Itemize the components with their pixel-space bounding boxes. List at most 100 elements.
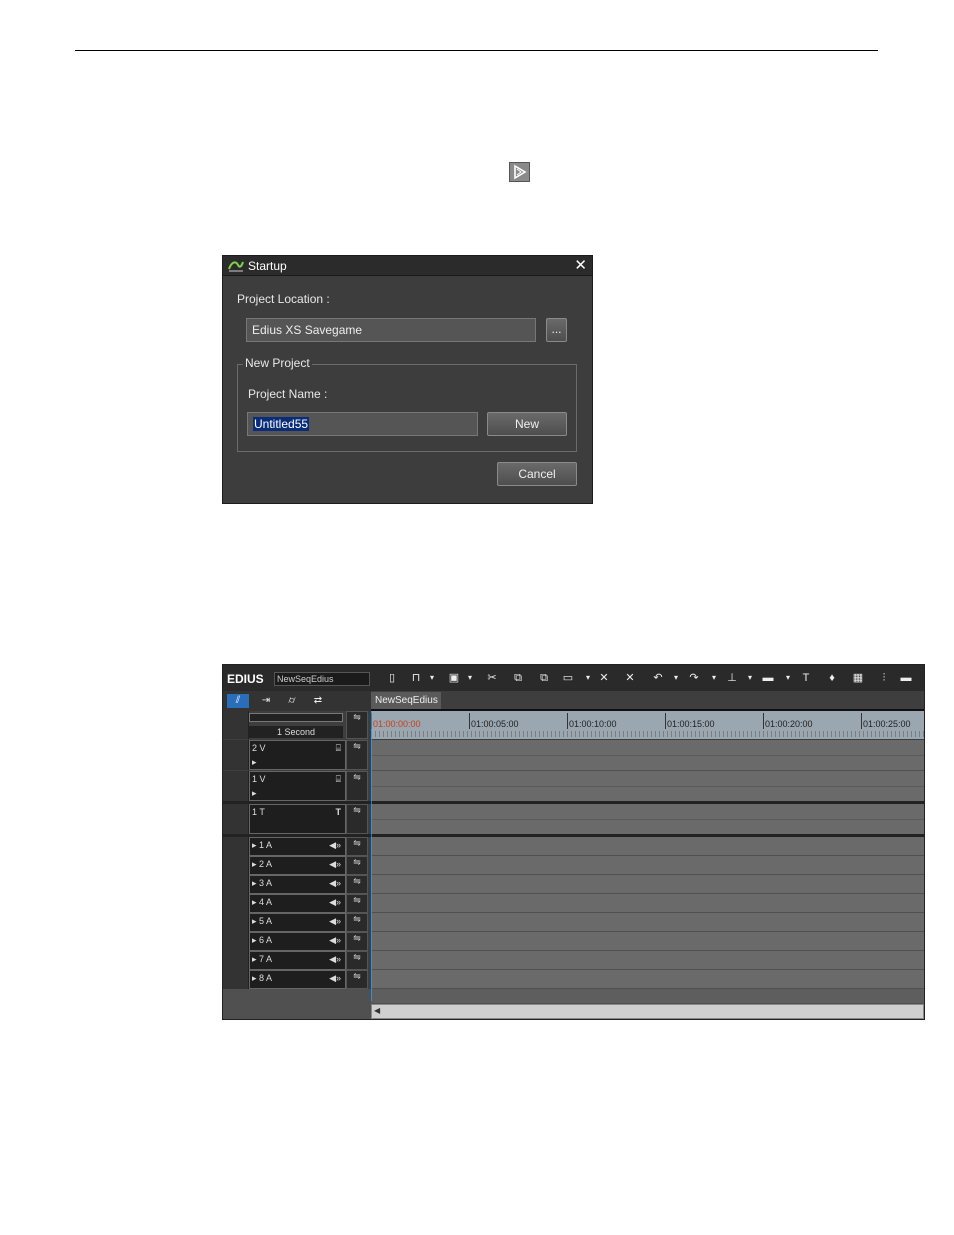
speaker-icon[interactable]: ◀» [329,878,341,889]
timeline-cursor[interactable] [371,711,372,1001]
track-lane-2v[interactable] [371,740,924,771]
chevron-down-icon[interactable]: ▾ [743,671,757,685]
sequence-name-field[interactable]: NewSeqEdius [274,672,370,686]
track-name-panel[interactable]: ▸ 3 A ◀» [249,875,346,894]
zoom-slider[interactable] [249,713,343,722]
layout-icon[interactable]: ▦ [851,671,865,685]
project-name-input[interactable]: Untitled55 [247,412,478,436]
speaker-icon[interactable]: ◀» [329,840,341,851]
chevron-down-icon[interactable]: ▾ [707,671,721,685]
video-track-icon[interactable]: ⌸ [336,774,341,785]
track-lane-8a[interactable] [371,970,924,989]
track-lane-1t[interactable] [371,804,924,835]
sync-lock-icon[interactable]: ⇋ [346,932,368,951]
video-track-icon[interactable]: ⌸ [336,743,341,754]
chevron-down-icon[interactable]: ▾ [581,671,595,685]
speaker-icon[interactable]: ◀» [329,916,341,927]
track-side[interactable] [223,837,249,856]
paste-icon[interactable]: ⧉ [537,671,551,685]
sync-lock-icon[interactable]: ⇋ [346,740,368,770]
new-button[interactable]: New [487,412,567,436]
sync-lock-icon[interactable]: ⇋ [346,856,368,875]
track-side[interactable] [223,932,249,951]
track-name-panel[interactable]: ▸ 8 A ◀» [249,970,346,989]
scroll-left-icon[interactable]: ◀ [374,1006,380,1015]
track-lane-4a[interactable] [371,894,924,913]
sync-lock-icon[interactable]: ⇋ [346,894,368,913]
browse-button[interactable]: ... [546,318,567,342]
track-side[interactable] [223,913,249,932]
speaker-icon[interactable]: ◀» [329,859,341,870]
sync-lock-icon[interactable]: ⇋ [346,951,368,970]
sync-lock-icon[interactable]: ⇋ [346,970,368,989]
track-name-panel[interactable]: 1 T T [249,804,346,834]
sync-lock-icon[interactable]: ⇋ [346,875,368,894]
title-track-icon[interactable]: T [336,807,342,817]
track-lane-1v[interactable] [371,771,924,802]
sync-mode-icon[interactable]: ⌭ [281,694,303,708]
copy-icon[interactable]: ⧉ [511,671,525,685]
sync-lock-icon[interactable]: ⇋ [346,837,368,856]
sync-lock-icon[interactable]: ⇋ [346,804,368,834]
expand-icon[interactable]: ▸ [252,757,257,768]
overwrite-icon[interactable]: ▬ [761,671,775,685]
title-icon[interactable]: T [799,671,813,685]
track-lane-5a[interactable] [371,913,924,932]
track-name-panel[interactable]: ▸ 2 A ◀» [249,856,346,875]
mixer-icon[interactable]: ⫶ [877,671,891,685]
track-side[interactable] [223,771,249,801]
project-location-field[interactable]: Edius XS Savegame [246,318,536,342]
new-icon[interactable]: ▯ [385,671,399,685]
track-name-panel[interactable]: ▸ 5 A ◀» [249,913,346,932]
chevron-down-icon[interactable]: ▾ [463,671,477,685]
speaker-icon[interactable]: ◀» [329,935,341,946]
open-icon[interactable]: ⊓ [409,671,423,685]
speaker-icon[interactable]: ◀» [329,897,341,908]
track-name-panel[interactable]: 2 V ⌸ ▸ [249,740,346,770]
delete-icon[interactable]: ✕ [597,671,611,685]
track-side[interactable] [223,970,249,989]
track-name-panel[interactable]: ▸ 4 A ◀» [249,894,346,913]
track-lane-2a[interactable] [371,856,924,875]
window-icon[interactable]: ▬ [899,671,913,685]
insert-mode-icon[interactable]: ⇄ [307,694,329,708]
chevron-down-icon[interactable]: ▾ [781,671,795,685]
speaker-icon[interactable]: ◀» [329,973,341,984]
speaker-icon[interactable]: ◀» [329,954,341,965]
track-name-panel[interactable]: 1 V ⌸ ▸ [249,771,346,801]
track-side[interactable] [223,894,249,913]
zoom-label[interactable]: 1 Second [249,726,343,738]
tab-sequence[interactable]: NewSeqEdius [371,692,441,709]
mic-icon[interactable]: ♦ [825,671,839,685]
ripple-mode-icon[interactable]: ⇥ [255,694,277,708]
ruler-sync-icon[interactable]: ⇋ [346,711,368,739]
track-lane-7a[interactable] [371,951,924,970]
track-name-panel[interactable]: ▸ 1 A ◀» [249,837,346,856]
close-icon[interactable]: ✕ [574,257,587,274]
expand-icon[interactable]: ▸ [252,788,257,799]
chevron-down-icon[interactable]: ▾ [669,671,683,685]
track-side[interactable] [223,856,249,875]
track-lane-6a[interactable] [371,932,924,951]
replace-icon[interactable]: ▭ [561,671,575,685]
track-side[interactable] [223,740,249,770]
ripple-delete-icon[interactable]: ✕ [623,671,637,685]
timecode-ruler[interactable]: 01:00:00:00 01:00:05:00 01:00:10:00 01:0… [371,711,924,739]
track-lane-1a[interactable] [371,837,924,856]
redo-icon[interactable]: ↷ [687,671,701,685]
cancel-button[interactable]: Cancel [497,462,577,486]
track-name-panel[interactable]: ▸ 7 A ◀» [249,951,346,970]
chevron-down-icon[interactable]: ▾ [425,671,439,685]
horizontal-scrollbar[interactable]: ◀ [371,1004,924,1019]
insert-icon[interactable]: ⊥ [725,671,739,685]
sync-lock-icon[interactable]: ⇋ [346,771,368,801]
save-icon[interactable]: ▣ [447,671,461,685]
sync-lock-icon[interactable]: ⇋ [346,913,368,932]
track-lane-3a[interactable] [371,875,924,894]
track-side[interactable] [223,804,249,834]
link-mode-icon[interactable]: ⫽ [227,694,249,708]
track-side[interactable] [223,951,249,970]
cut-icon[interactable]: ✂ [485,671,499,685]
track-name-panel[interactable]: ▸ 6 A ◀» [249,932,346,951]
track-side[interactable] [223,875,249,894]
